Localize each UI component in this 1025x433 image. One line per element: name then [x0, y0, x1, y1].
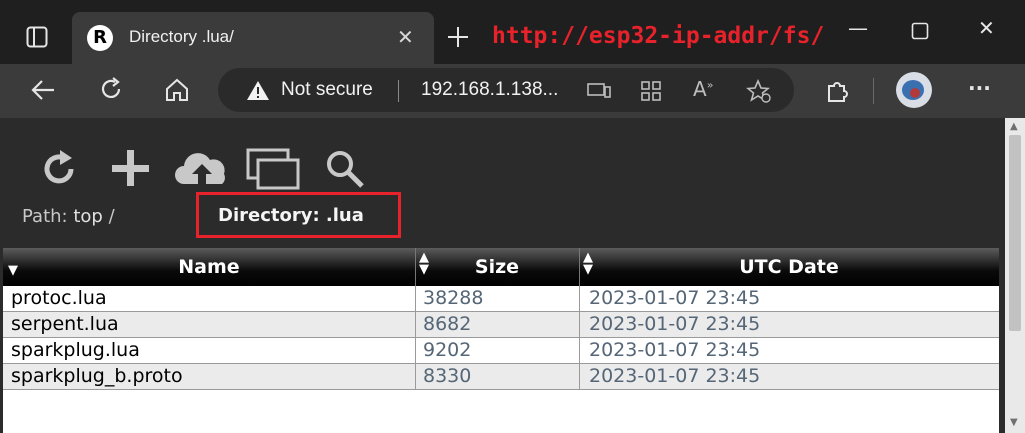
- sidebar-icon[interactable]: [26, 26, 48, 48]
- more-icon[interactable]: ···: [968, 76, 991, 100]
- refresh-icon[interactable]: [98, 76, 124, 102]
- copy-icon[interactable]: [246, 148, 302, 190]
- profile-icon[interactable]: [896, 72, 932, 108]
- browser-tab[interactable]: R Directory .lua/ ✕: [72, 12, 434, 64]
- file-name-link[interactable]: sparkplug.lua: [11, 339, 140, 361]
- file-name-link[interactable]: serpent.lua: [11, 313, 119, 335]
- url-annotation: http://esp32-ip-addr/fs/: [492, 23, 825, 49]
- tab-title: Directory .lua/: [129, 27, 234, 46]
- minimize-icon[interactable]: —: [848, 16, 868, 40]
- browser-toolbar: Not secure 192.168.1.138... A» ···: [0, 64, 1025, 118]
- upload-icon[interactable]: [172, 148, 232, 190]
- file-date: 2023-01-07 23:45: [589, 287, 761, 309]
- file-date: 2023-01-07 23:45: [589, 365, 761, 387]
- maximize-icon[interactable]: [911, 22, 929, 40]
- column-divider: [415, 286, 416, 390]
- file-size: 38288: [423, 287, 484, 309]
- file-table: ▼ Name ▲ ▼ Size ▲ ▼ UTC Date protoc.lua 38…: [3, 248, 999, 433]
- path-top-link[interactable]: top: [73, 206, 103, 227]
- path-label: Path:: [22, 206, 68, 227]
- file-date: 2023-01-07 23:45: [589, 339, 761, 361]
- table-row[interactable]: serpent.lua 8682 2023-01-07 23:45: [3, 312, 999, 338]
- file-name-link[interactable]: protoc.lua: [11, 287, 107, 309]
- back-icon[interactable]: [30, 78, 56, 102]
- column-divider: [579, 286, 580, 390]
- url-text[interactable]: 192.168.1.138...: [421, 79, 558, 101]
- home-icon[interactable]: [164, 77, 190, 103]
- directory-label: Directory: .lua: [218, 205, 364, 226]
- path-separator: /: [108, 206, 115, 227]
- extensions-icon[interactable]: [824, 78, 850, 104]
- file-name-link[interactable]: sparkplug_b.proto: [11, 365, 183, 387]
- favicon: R: [87, 25, 113, 51]
- scroll-down-icon[interactable]: ▼: [1010, 417, 1018, 428]
- reload-icon[interactable]: [38, 148, 80, 190]
- app-available-icon[interactable]: [586, 81, 612, 101]
- warning-icon[interactable]: [246, 80, 270, 101]
- address-separator: [398, 80, 399, 102]
- search-icon[interactable]: [324, 148, 366, 190]
- table-row[interactable]: sparkplug_b.proto 8330 2023-01-07 23:45: [3, 364, 999, 390]
- close-icon[interactable]: ✕: [397, 25, 414, 49]
- scrollbar-thumb[interactable]: [1009, 135, 1021, 331]
- file-size: 8330: [423, 365, 472, 387]
- window-close-icon[interactable]: ✕: [978, 16, 995, 40]
- page-content: Path: top / Directory: .lua ▼ Name ▲ ▼ Si…: [0, 118, 1005, 433]
- file-size: 8682: [423, 313, 472, 335]
- favorites-icon[interactable]: [746, 79, 772, 103]
- title-bar: R Directory .lua/ ✕ http://esp32-ip-addr…: [0, 0, 1025, 64]
- file-size: 9202: [423, 339, 472, 361]
- breadcrumb: Path: top /: [22, 206, 115, 227]
- scroll-up-icon[interactable]: ▲: [1010, 121, 1018, 132]
- read-aloud-icon[interactable]: A»: [693, 77, 713, 101]
- column-header-size[interactable]: Size: [415, 256, 579, 278]
- table-header: ▼ Name ▲ ▼ Size ▲ ▼ UTC Date: [3, 248, 999, 286]
- qr-icon[interactable]: [640, 80, 662, 102]
- security-label[interactable]: Not secure: [281, 79, 373, 101]
- column-header-date[interactable]: UTC Date: [579, 256, 999, 278]
- toolbar-separator: [873, 78, 874, 104]
- table-row[interactable]: sparkplug.lua 9202 2023-01-07 23:45: [3, 338, 999, 364]
- new-file-icon[interactable]: [110, 148, 152, 190]
- file-date: 2023-01-07 23:45: [589, 313, 761, 335]
- new-tab-icon[interactable]: [447, 26, 469, 48]
- address-bar[interactable]: Not secure 192.168.1.138... A»: [218, 68, 794, 112]
- table-row[interactable]: protoc.lua 38288 2023-01-07 23:45: [3, 286, 999, 312]
- column-header-name[interactable]: Name: [3, 256, 415, 278]
